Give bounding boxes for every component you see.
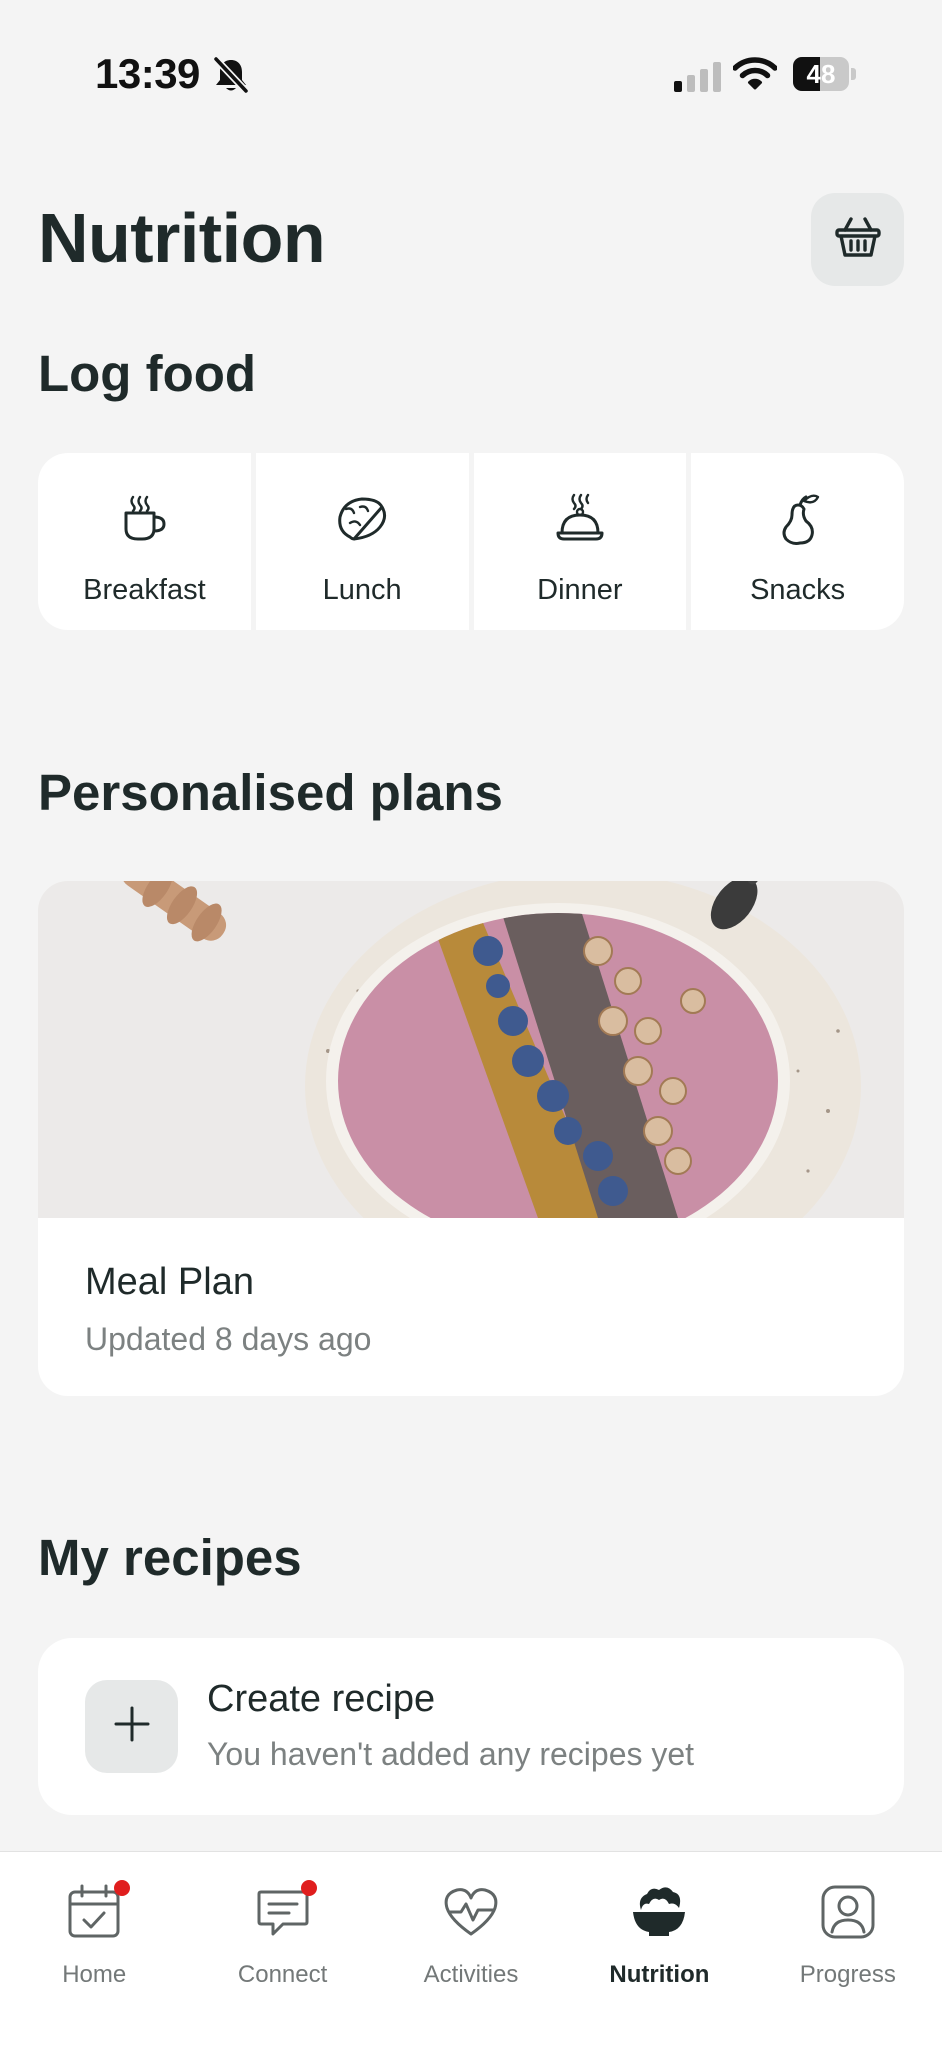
log-snacks-button[interactable]: Snacks xyxy=(691,453,904,630)
log-food-card: Breakfast Lunch Dinner Snacks xyxy=(38,453,904,630)
log-item-label: Dinner xyxy=(537,574,623,606)
tab-nutrition[interactable]: Nutrition xyxy=(565,1852,753,2049)
smoothie-bowl-image xyxy=(38,881,904,1218)
log-item-label: Breakfast xyxy=(83,574,206,606)
tab-progress[interactable]: Progress xyxy=(754,1852,942,2049)
cellular-signal-icon xyxy=(674,62,722,97)
bell-slash-icon xyxy=(213,56,249,99)
coffee-cup-icon xyxy=(114,489,174,554)
my-recipes-heading: My recipes xyxy=(38,1529,302,1586)
log-item-label: Snacks xyxy=(750,574,846,606)
add-recipe-button[interactable] xyxy=(85,1680,178,1773)
tab-label: Home xyxy=(62,1961,127,1988)
log-breakfast-button[interactable]: Breakfast xyxy=(38,453,256,630)
battery-icon: 48 xyxy=(793,57,857,91)
create-recipe-title: Create recipe xyxy=(207,1678,436,1720)
notification-dot xyxy=(301,1880,318,1896)
personalised-plans-heading: Personalised plans xyxy=(38,764,503,821)
tab-activities[interactable]: Activities xyxy=(377,1852,565,2049)
taco-icon xyxy=(332,489,392,554)
battery-level: 48 xyxy=(806,59,836,89)
create-recipe-card[interactable]: Create recipe You haven't added any reci… xyxy=(38,1638,904,1815)
log-food-heading: Log food xyxy=(38,345,257,402)
plan-name: Meal Plan xyxy=(85,1261,254,1303)
status-time: 13:39 xyxy=(95,50,200,97)
log-lunch-button[interactable]: Lunch xyxy=(256,453,474,630)
profile-icon xyxy=(818,1882,878,1947)
log-item-label: Lunch xyxy=(322,574,402,606)
bottom-tab-bar: Home Connect Activities Nutrition Progre… xyxy=(0,1851,942,2049)
tab-home[interactable]: Home xyxy=(0,1852,188,2049)
basket-button[interactable] xyxy=(811,193,904,286)
wifi-icon xyxy=(732,56,778,97)
salad-bowl-icon xyxy=(629,1882,689,1947)
status-bar: 13:39 48 xyxy=(0,0,942,150)
tab-label: Progress xyxy=(799,1961,896,1988)
log-dinner-button[interactable]: Dinner xyxy=(474,453,692,630)
page-title: Nutrition xyxy=(38,199,326,277)
heart-pulse-icon xyxy=(441,1882,501,1947)
pear-icon xyxy=(768,489,828,554)
tab-label: Connect xyxy=(237,1961,328,1988)
plan-updated: Updated 8 days ago xyxy=(85,1321,372,1357)
tab-connect[interactable]: Connect xyxy=(188,1852,376,2049)
meal-plan-card[interactable]: Meal Plan Updated 8 days ago xyxy=(38,881,904,1396)
notification-dot xyxy=(114,1880,130,1896)
plus-icon xyxy=(112,1704,152,1749)
create-recipe-subtitle: You haven't added any recipes yet xyxy=(207,1736,695,1772)
tab-label: Nutrition xyxy=(609,1961,710,1988)
tab-label: Activities xyxy=(423,1961,519,1988)
basket-icon xyxy=(834,215,882,264)
cloche-icon xyxy=(550,489,610,554)
